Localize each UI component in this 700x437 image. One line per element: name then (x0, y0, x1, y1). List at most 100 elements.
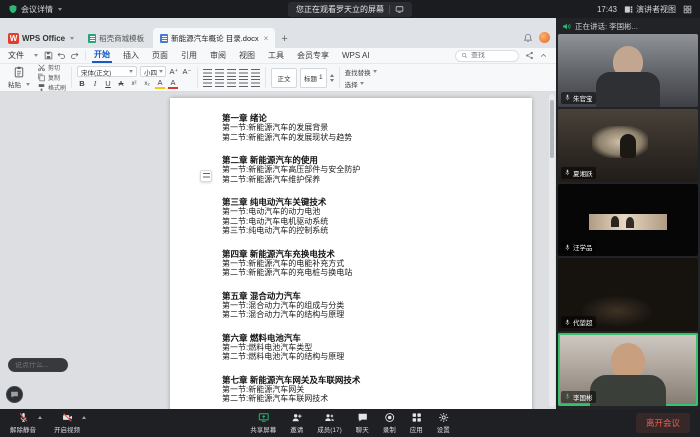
apps-button[interactable]: 应用 (410, 412, 423, 434)
style-heading-1[interactable]: 标题 1 (300, 67, 327, 88)
ribbon-tab-3[interactable]: 引用 (179, 49, 199, 62)
participant-tile[interactable]: 夏湘跃 (558, 108, 698, 182)
share-screen-label: 共享屏幕 (250, 427, 277, 434)
ribbon-tab-8[interactable]: WPS AI (340, 50, 372, 61)
meeting-details-button[interactable]: 会议详情 (8, 4, 62, 15)
ribbon-tab-1[interactable]: 插入 (121, 49, 141, 62)
command-search[interactable] (455, 49, 519, 62)
bell-icon[interactable] (523, 33, 533, 43)
document-page[interactable]: 第一章 绪论 第一节:新能源汽车的发展背景 第二节:新能源汽车的发展现状与趋势 第二章… (170, 98, 532, 409)
align-right-icon[interactable] (227, 78, 237, 87)
font-color-button[interactable]: A (168, 79, 179, 89)
participant-tile[interactable]: 朱官宝 (558, 34, 698, 107)
italic-button[interactable]: I (90, 79, 100, 89)
style-normal[interactable]: 正文 (271, 67, 298, 88)
find-replace-button[interactable]: 查找替换 (345, 67, 377, 77)
members-button[interactable]: 成员(17) (317, 412, 342, 434)
share-icon[interactable] (525, 51, 534, 60)
participant-name: 李国彬 (573, 394, 593, 402)
participant-tile[interactable]: 李国彬 (558, 333, 698, 406)
record-button[interactable]: 录制 (383, 412, 396, 434)
subscript-button[interactable]: x₂ (142, 79, 152, 89)
new-tab-button[interactable]: + (277, 33, 293, 48)
decrease-font-button[interactable]: A⁻ (182, 67, 192, 77)
chat-input[interactable] (15, 361, 61, 369)
strikethrough-button[interactable]: A (116, 79, 126, 89)
ribbon-tab-6[interactable]: 工具 (266, 49, 286, 62)
redo-icon[interactable] (70, 51, 79, 60)
document-icon (160, 33, 169, 43)
font-size-select[interactable]: 小四 (140, 66, 167, 77)
doc-section-line: 第一节:燃料电池汽车类型 (222, 342, 313, 352)
document-scrollbar[interactable] (549, 94, 555, 407)
bullet-list-icon[interactable] (203, 68, 213, 77)
ribbon-tab-2[interactable]: 页面 (150, 49, 170, 62)
decrease-indent-icon[interactable] (227, 68, 237, 77)
format-painter-button[interactable]: 格式刷 (37, 83, 66, 92)
invite-button[interactable]: 邀请 (290, 412, 303, 434)
wps-window-controls (523, 32, 550, 48)
paragraph-mark-icon[interactable] (251, 68, 261, 77)
wps-logo[interactable]: W WPS Office (6, 33, 79, 48)
participant-tile[interactable]: 汪学品 (558, 183, 698, 257)
bold-button[interactable]: B (77, 79, 87, 89)
numbered-list-icon[interactable] (215, 68, 225, 77)
participant-tile[interactable]: 代堃超 (558, 258, 698, 332)
font-name-select[interactable]: 宋体(正文) (77, 66, 138, 77)
undo-icon[interactable] (57, 51, 66, 60)
file-menu[interactable]: 文件 (8, 50, 26, 61)
search-input[interactable] (471, 52, 513, 59)
avatar[interactable] (539, 32, 550, 43)
select-button[interactable]: 选择 (345, 79, 377, 89)
spinner-down-icon[interactable] (329, 78, 334, 82)
align-left-icon[interactable] (203, 78, 213, 87)
document-canvas[interactable]: 第一章 绪论 第一节:新能源汽车的发展背景 第二节:新能源汽车的发展现状与趋势 第二章… (0, 92, 556, 409)
chat-button[interactable]: 聊天 (356, 412, 369, 434)
ribbon-tab-7[interactable]: 会员专享 (295, 49, 331, 62)
share-screen-button[interactable]: 共享屏幕 (250, 412, 276, 434)
doc-section-line: 第一节:混合动力汽车的组成与分类 (222, 300, 345, 310)
align-center-icon[interactable] (215, 78, 225, 87)
clock: 17:43 (596, 4, 617, 14)
wps-tab-document[interactable]: 新能源汽车概论 目录.docx × (153, 28, 276, 48)
highlight-color-button[interactable]: A (155, 79, 166, 89)
leave-meeting-button[interactable]: 离开会议 (635, 413, 690, 433)
mic-muted-button[interactable]: 解除静音 (10, 412, 36, 434)
chat-input-pill[interactable] (8, 358, 68, 372)
chat-bubble-button[interactable] (6, 386, 23, 403)
camera-off-button[interactable]: 开启视频 (54, 412, 80, 434)
ribbon-tab-5[interactable]: 视图 (237, 49, 257, 62)
increase-indent-icon[interactable] (239, 68, 249, 77)
superscript-button[interactable]: x² (129, 79, 139, 89)
settings-button[interactable]: 设置 (437, 412, 450, 434)
layout-grid-icon[interactable] (683, 5, 692, 14)
increase-font-button[interactable]: A⁺ (169, 67, 179, 77)
heading-level-spinner[interactable] (329, 73, 334, 82)
ribbon-tab-0[interactable]: 开始 (92, 48, 112, 63)
outline-toggle-button[interactable] (200, 170, 212, 182)
expand-options-icon[interactable] (82, 416, 86, 419)
monitor-icon[interactable] (395, 5, 404, 14)
paste-button[interactable]: 粘贴 (6, 66, 32, 89)
copy-button[interactable]: 复制 (37, 73, 66, 82)
ribbon-tabs: 开始 插入 页面 引用 审阅 视图 工具 会员专享 WPS AI (92, 48, 372, 63)
shield-icon (8, 4, 18, 14)
close-tab-icon[interactable]: × (264, 34, 269, 43)
scrollbar-thumb[interactable] (550, 100, 554, 158)
collapse-ribbon-icon[interactable] (539, 51, 548, 60)
divider (197, 67, 199, 88)
view-mode-label: 演讲者视图 (636, 4, 676, 14)
save-icon[interactable] (44, 51, 53, 60)
spinner-up-icon[interactable] (329, 73, 334, 77)
ribbon-tab-4[interactable]: 审阅 (208, 49, 228, 62)
wps-tab-home[interactable]: 稻壳商城模板 (81, 28, 151, 48)
copy-icon (37, 73, 46, 82)
view-mode-button[interactable]: 演讲者视图 (624, 4, 676, 15)
expand-options-icon[interactable] (38, 416, 42, 419)
copy-label: 复制 (48, 76, 61, 82)
underline-button[interactable]: U (103, 79, 113, 89)
justify-icon[interactable] (239, 78, 249, 87)
doc-chapter-title: 第二章 新能源汽车的使用 (222, 155, 318, 165)
line-spacing-icon[interactable] (251, 78, 261, 87)
cut-button[interactable]: 剪切 (37, 63, 66, 72)
